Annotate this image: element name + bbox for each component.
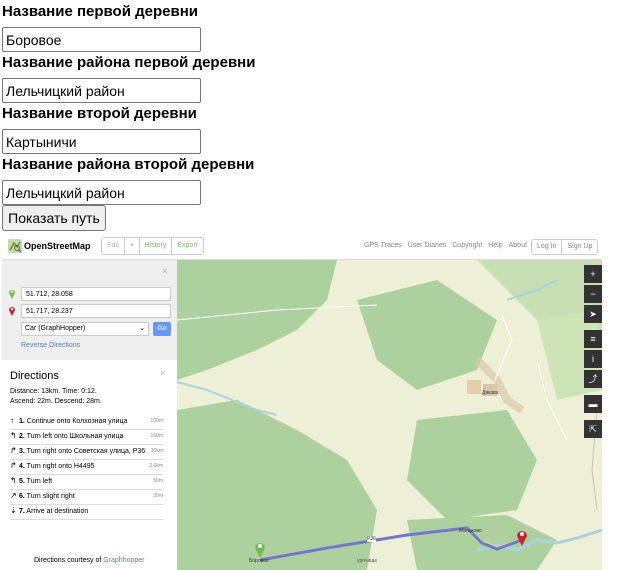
graphhopper-link[interactable]: Graphhopper xyxy=(103,557,144,564)
directions-title: Directions xyxy=(10,370,59,382)
auth-buttons: Log In Sign Up xyxy=(531,239,599,255)
osm-logo-icon xyxy=(8,239,22,253)
slight-right-icon: ↗ xyxy=(10,491,17,500)
map-label-dyakovo: Дякова xyxy=(482,390,499,396)
end-marker-icon xyxy=(9,307,15,316)
link-user-diaries[interactable]: User Diaries xyxy=(408,242,447,249)
courtesy-text: Directions courtesy of xyxy=(34,557,104,564)
locate-icon[interactable]: ➤ xyxy=(584,305,602,323)
turn-right-icon: ↱ xyxy=(10,446,17,455)
route-from-input[interactable]: 51.712, 28.058 xyxy=(21,287,171,301)
step-number: 4. xyxy=(19,463,25,470)
osm-embed: OpenStreetMap Edit ▾ History Export GPS … xyxy=(2,234,602,570)
go-button[interactable]: Go xyxy=(153,322,171,336)
edit-dropdown-icon[interactable]: ▾ xyxy=(125,238,140,254)
reverse-directions-link[interactable]: Reverse Directions xyxy=(21,342,80,349)
destination-icon: ⇣ xyxy=(10,506,17,515)
map-label-urochishche: урочище xyxy=(357,558,378,564)
link-about[interactable]: About xyxy=(509,242,527,249)
step-number: 7. xyxy=(19,508,25,515)
map-label-borovoe: Боровое xyxy=(249,558,269,564)
login-button[interactable]: Log In xyxy=(532,240,563,254)
route-form: × 51.712, 28.058 51.717, 28.237 Car (Gra… xyxy=(2,260,177,360)
step-distance: 2.6km xyxy=(149,463,163,469)
edit-toolbar: Edit ▾ History Export xyxy=(101,237,204,255)
step-distance: 50m xyxy=(153,478,163,484)
signup-button[interactable]: Sign Up xyxy=(562,240,597,254)
directions-courtesy: Directions courtesy of Graphhopper xyxy=(34,557,145,564)
step-number: 3. xyxy=(19,448,25,455)
routing-engine-select[interactable]: Car (GraphHopper) ⌄ xyxy=(21,322,149,336)
top-links: GPS Traces User Diaries Copyright Help A… xyxy=(364,242,527,249)
step-text: Turn left xyxy=(26,478,53,485)
direction-step[interactable]: ↰ 5. Turn left 50m xyxy=(10,474,163,490)
end-pin-icon[interactable] xyxy=(516,528,528,546)
village2-label: Название второй деревни xyxy=(2,105,197,122)
turn-left-icon: ↰ xyxy=(10,476,17,485)
select-chevron-icon: ⌄ xyxy=(139,325,145,332)
map-key-icon[interactable]: i xyxy=(584,350,602,368)
step-text: Continue onto Колхозная улица xyxy=(26,418,128,425)
osm-header: OpenStreetMap Edit ▾ History Export GPS … xyxy=(2,234,602,260)
route-to-input[interactable]: 51.717, 28.237 xyxy=(21,304,171,318)
route-close-icon[interactable]: × xyxy=(162,266,167,276)
share-icon[interactable]: ⤴ xyxy=(584,370,602,388)
map-label-road: Р36 xyxy=(367,536,376,542)
district1-label: Название района первой деревни xyxy=(2,54,256,71)
query-features-icon[interactable]: ⇱ xyxy=(584,420,602,438)
map-label-mankovo: Маньково xyxy=(459,528,482,534)
step-text: Turn right onto Н4495 xyxy=(26,463,95,470)
step-number: 2. xyxy=(19,433,25,440)
step-text: Turn right onto Советская улица, Р36 xyxy=(26,448,146,455)
history-button[interactable]: History xyxy=(140,238,173,254)
link-gps-traces[interactable]: GPS Traces xyxy=(364,242,402,249)
start-marker-icon xyxy=(9,290,15,299)
link-help[interactable]: Help xyxy=(488,242,502,249)
layers-icon[interactable]: ≡ xyxy=(584,330,602,348)
map-canvas[interactable]: Дякова Маньково Р36 Боровое урочище xyxy=(177,260,602,570)
straight-arrow-icon: ↑ xyxy=(10,416,14,425)
turn-right-icon: ↱ xyxy=(10,461,17,470)
step-number: 5. xyxy=(19,478,25,485)
step-text: Turn left onto Школьная улица xyxy=(26,433,124,440)
village2-input[interactable] xyxy=(2,129,201,154)
step-number: 6. xyxy=(19,493,25,500)
routing-engine-value: Car (GraphHopper) xyxy=(25,325,86,332)
direction-step[interactable]: ↗ 6. Turn slight right 30m xyxy=(10,489,163,505)
step-distance: 160m xyxy=(150,433,163,439)
step-distance: 30m xyxy=(153,493,163,499)
directions-summary-distance: Distance: 13km. Time: 0:12. xyxy=(10,388,97,395)
district2-input[interactable] xyxy=(2,180,201,205)
zoom-in-button[interactable]: + xyxy=(584,265,602,283)
directions-close-icon[interactable]: × xyxy=(160,368,165,378)
direction-step[interactable]: ⇣ 7. Arrive at destination xyxy=(10,504,163,520)
step-text: Turn slight right xyxy=(26,493,75,500)
osm-brand[interactable]: OpenStreetMap xyxy=(24,241,91,251)
directions-sidebar: × 51.712, 28.058 51.717, 28.237 Car (Gra… xyxy=(2,260,177,570)
step-text: Arrive at destination xyxy=(26,508,89,515)
map-tiles xyxy=(177,260,602,570)
export-button[interactable]: Export xyxy=(172,238,202,254)
village1-input[interactable] xyxy=(2,27,201,52)
direction-step[interactable]: ↱ 4. Turn right onto Н4495 2.6km xyxy=(10,459,163,475)
turn-left-icon: ↰ xyxy=(10,431,17,440)
show-route-button[interactable]: Показать путь xyxy=(2,205,106,231)
direction-step[interactable]: ↑ 1. Continue onto Колхозная улица 190m xyxy=(10,414,163,430)
directions-summary-elevation: Ascend: 22m. Descend: 28m. xyxy=(10,398,102,405)
district2-label: Название района второй деревни xyxy=(2,156,255,173)
zoom-out-button[interactable]: − xyxy=(584,285,602,303)
link-copyright[interactable]: Copyright xyxy=(452,242,482,249)
note-icon[interactable]: ▬ xyxy=(584,395,602,413)
district1-input[interactable] xyxy=(2,78,201,103)
direction-step[interactable]: ↱ 3. Turn right onto Советская улица, Р36… xyxy=(10,444,163,460)
step-distance: 10km xyxy=(150,448,163,454)
edit-button[interactable]: Edit xyxy=(102,238,126,254)
step-number: 1. xyxy=(19,418,25,425)
direction-step[interactable]: ↰ 2. Turn left onto Школьная улица 160m xyxy=(10,429,163,445)
step-distance: 190m xyxy=(150,418,163,424)
start-pin-icon[interactable] xyxy=(254,540,266,558)
village1-label: Название первой деревни xyxy=(2,3,198,20)
